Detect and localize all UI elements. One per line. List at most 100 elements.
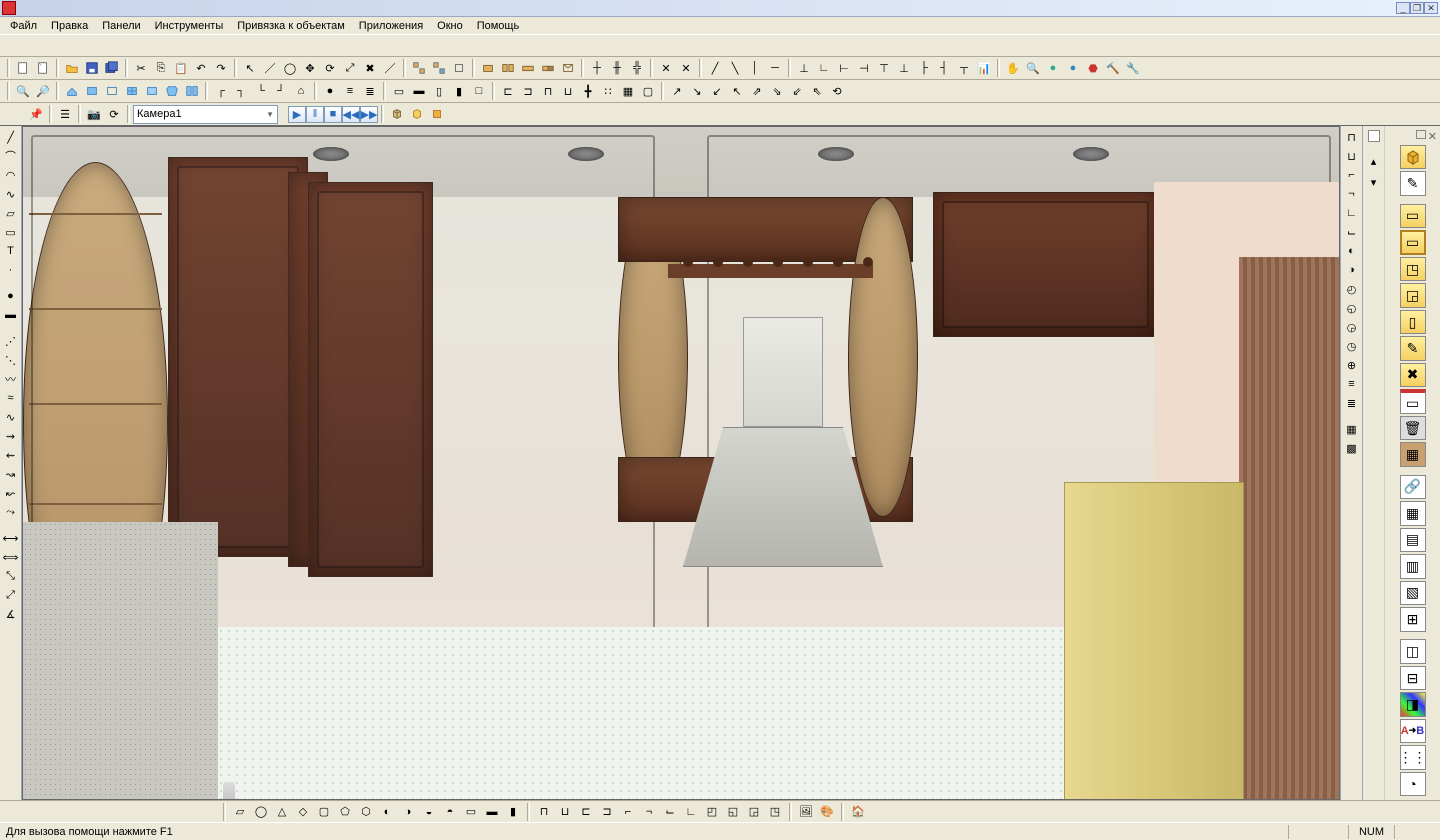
bt-shape14-icon[interactable]: ▮ [503,802,523,822]
viewport-3d[interactable] [22,126,1340,800]
view7-icon[interactable] [182,81,202,101]
bt-shape5-icon[interactable]: ▢ [314,802,334,822]
bt-shape3-icon[interactable]: △ [272,802,292,822]
lib-nodes-icon[interactable]: ⋮⋮ [1400,745,1426,769]
bt-shape2-icon[interactable]: ◯ [251,802,271,822]
vt-dim4-icon[interactable]: ⤢ [2,586,20,604]
prev-frame-button[interactable]: ◀◀ [342,106,360,123]
grid-icon[interactable]: ▦ [618,81,638,101]
vt-solid1-icon[interactable]: ● [2,287,20,305]
vt-arc1-icon[interactable]: ⌒ [2,147,20,165]
redo-icon[interactable]: ↷ [211,58,231,78]
lib-panel1-icon[interactable]: ▭ [1400,204,1426,228]
group1-icon[interactable] [409,58,429,78]
node1-icon[interactable]: ┌ [211,81,231,101]
vt-wav2-icon[interactable]: ⋱ [2,351,20,369]
vt-rect-icon[interactable]: ▭ [2,223,20,241]
lib-replace-icon[interactable]: A➜B [1400,719,1426,743]
vt-wav6-icon[interactable]: ⇝ [2,427,20,445]
rt-p-icon[interactable]: ▦ [1343,420,1361,438]
vt-wav3-icon[interactable]: 〰 [2,370,20,388]
snap-g-icon[interactable]: ├ [914,58,934,78]
bt-shape7-icon[interactable]: ⬡ [356,802,376,822]
vt-wav7-icon[interactable]: ⇜ [2,446,20,464]
open-file-icon[interactable] [33,58,53,78]
panel-close-icon[interactable]: ✕ [1428,130,1437,143]
lib-table-icon[interactable]: ⊞ [1400,607,1426,631]
rt-m-icon[interactable]: ⊕ [1343,356,1361,374]
bt-shape12-icon[interactable]: ▭ [461,802,481,822]
node3-icon[interactable]: └ [251,81,271,101]
circle-tool-icon[interactable]: ◯ [280,58,300,78]
t2b1-icon[interactable]: ⊏ [498,81,518,101]
lib-box3d-icon[interactable] [1400,145,1426,169]
blob2-icon[interactable]: ≡ [340,81,360,101]
lib-panel-r-icon[interactable]: ◲ [1400,283,1426,307]
menu-window[interactable]: Окно [431,19,469,33]
node5-icon[interactable]: ⌂ [291,81,311,101]
rt-n-icon[interactable]: ≡ [1343,375,1361,393]
bt-shape8-icon[interactable]: ◐ [377,802,397,822]
lib-unit-icon[interactable]: ▦ [1400,442,1426,466]
box3-icon[interactable] [518,58,538,78]
lib-pie-icon[interactable]: ◔ [1400,772,1426,796]
lib-grid4-icon[interactable]: ▧ [1400,581,1426,605]
lib-edit-icon[interactable]: ✎ [1400,171,1426,195]
lib-panel-s-icon[interactable]: ▯ [1400,310,1426,334]
view4-icon[interactable] [122,81,142,101]
rotate-icon[interactable]: ⟳ [320,58,340,78]
delete-icon[interactable]: ✖ [360,58,380,78]
r4-icon[interactable]: ↖ [727,81,747,101]
bt-shape4-icon[interactable]: ◇ [293,802,313,822]
view5-icon[interactable] [142,81,162,101]
group3-icon[interactable] [449,58,469,78]
r8-icon[interactable]: ⇖ [807,81,827,101]
copy-icon[interactable]: ⎘ [151,58,171,78]
t2b2-icon[interactable]: ⊐ [518,81,538,101]
save-icon[interactable] [82,58,102,78]
camera-select[interactable]: Камера1 ▼ [133,105,278,124]
tree-icon[interactable]: ☰ [55,104,75,124]
menu-edit[interactable]: Правка [45,19,94,33]
stop-button[interactable]: ■ [324,106,342,123]
bt-op4-icon[interactable]: ⊐ [597,802,617,822]
box5-icon[interactable] [558,58,578,78]
vt-solid2-icon[interactable]: ▬ [2,306,20,324]
rt-o-icon[interactable]: ≣ [1343,394,1361,412]
vt-wav9-icon[interactable]: ↜ [2,484,20,502]
cube3-icon[interactable] [427,104,447,124]
menu-apps[interactable]: Приложения [353,19,429,33]
view2-icon[interactable] [82,81,102,101]
bt-img1-icon[interactable]: 🖼 [796,802,816,822]
hand-pan-icon[interactable]: ✋ [1003,58,1023,78]
bt-shape13-icon[interactable]: ▬ [482,802,502,822]
bt-shape9-icon[interactable]: ◑ [398,802,418,822]
rt-c-icon[interactable]: ⌐ [1343,166,1361,184]
save-all-icon[interactable] [102,58,122,78]
cut-icon[interactable]: ✂ [131,58,151,78]
chart-icon[interactable]: 📊 [974,58,994,78]
snap-a-icon[interactable]: ⊥ [794,58,814,78]
rt-k-icon[interactable]: ◶ [1343,318,1361,336]
bt-op3-icon[interactable]: ⊏ [576,802,596,822]
trim2-icon[interactable]: ╲ [725,58,745,78]
bt-op6-icon[interactable]: ¬ [639,802,659,822]
rt-b-icon[interactable]: ⊔ [1343,147,1361,165]
view6-icon[interactable] [162,81,182,101]
bt-op5-icon[interactable]: ⌐ [618,802,638,822]
lib-color-icon[interactable]: ◨ [1400,692,1426,716]
bt-op8-icon[interactable]: ∟ [681,802,701,822]
snap-c-icon[interactable]: ⊢ [834,58,854,78]
r3-icon[interactable]: ↙ [707,81,727,101]
view3-icon[interactable] [102,81,122,101]
zoom-extents-icon[interactable]: 🔍 [1023,58,1043,78]
folder-open-icon[interactable] [62,58,82,78]
r5-icon[interactable]: ⇗ [747,81,767,101]
cube1-icon[interactable] [387,104,407,124]
pause-button[interactable]: ‖ [306,106,324,123]
lib-save-icon[interactable]: ▭ [1400,389,1426,414]
vt-wav8-icon[interactable]: ↝ [2,465,20,483]
globe1-icon[interactable]: ● [1043,58,1063,78]
panel-dock2-icon[interactable] [1416,130,1426,139]
bt-shape10-icon[interactable]: ◒ [419,802,439,822]
